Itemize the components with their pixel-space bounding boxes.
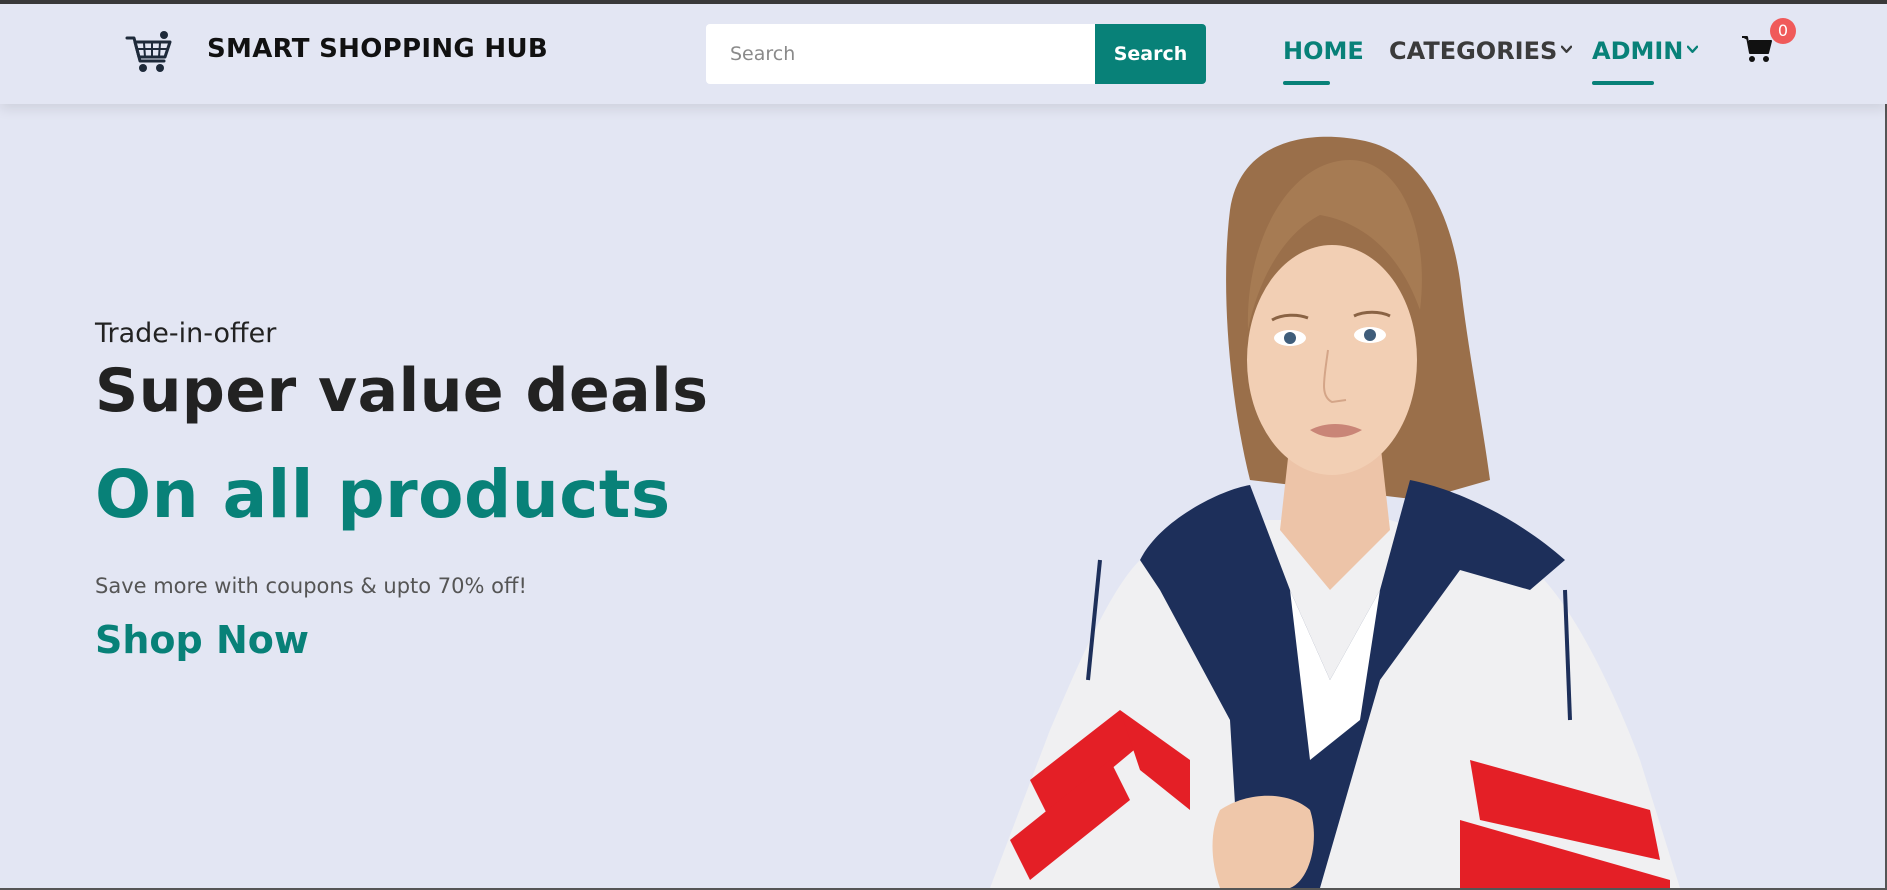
nav-admin-active-underline <box>1592 81 1654 85</box>
cart-icon[interactable] <box>1741 34 1773 64</box>
nav-home-active-underline <box>1283 81 1330 85</box>
chevron-down-icon <box>1561 45 1573 53</box>
site-header: SMART SHOPPING HUB Search HOME CATEGORIE… <box>0 4 1887 104</box>
shop-now-button[interactable]: Shop Now <box>95 618 309 662</box>
chevron-down-icon <box>1687 45 1699 53</box>
hero-headline: Super value deals <box>95 356 709 426</box>
nav-admin[interactable]: ADMIN <box>1592 37 1699 65</box>
hero-subheadline: On all products <box>95 456 671 533</box>
search-input[interactable] <box>706 24 1096 84</box>
fashion-model-image <box>990 136 1680 888</box>
cart-count-badge: 0 <box>1770 18 1796 44</box>
nav-categories[interactable]: CATEGORIES <box>1389 37 1573 65</box>
hero-eyebrow: Trade-in-offer <box>95 318 277 349</box>
nav-home[interactable]: HOME <box>1283 37 1364 65</box>
search-button[interactable]: Search <box>1095 24 1206 84</box>
nav-admin-label: ADMIN <box>1592 37 1684 65</box>
nav-home-label: HOME <box>1283 37 1364 65</box>
shopping-cart-logo-icon[interactable] <box>124 30 174 76</box>
hero-description: Save more with coupons & upto 70% off! <box>95 574 527 598</box>
nav-categories-label: CATEGORIES <box>1389 37 1558 65</box>
brand-name[interactable]: SMART SHOPPING HUB <box>207 34 548 64</box>
